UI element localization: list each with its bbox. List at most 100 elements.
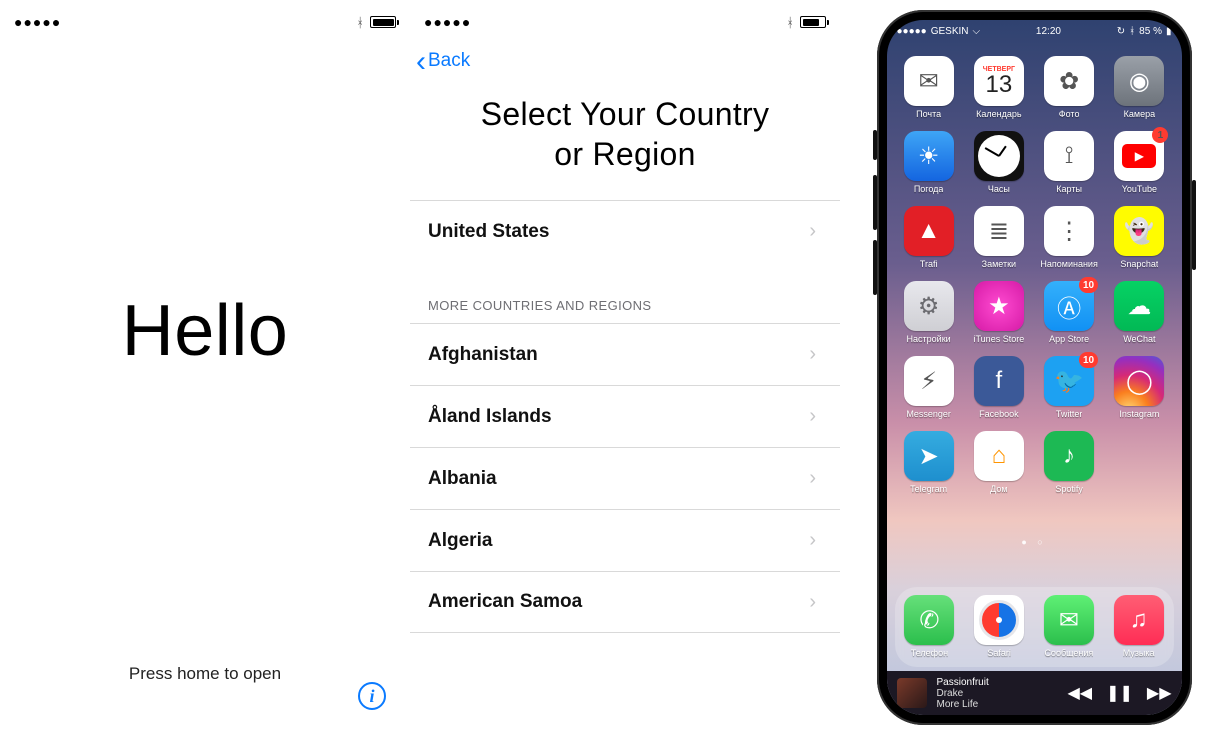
app-label: Телефон — [911, 648, 948, 658]
phone-frame: ●●●●● GESKIN ⌵ 12:20 ↻ ᚼ 85 % ▮ ✉︎ПочтаЧ… — [877, 10, 1192, 725]
app-telegram[interactable]: ➤Telegram — [898, 431, 960, 494]
phone-icon: ✆ — [904, 595, 954, 645]
app-label: Дом — [990, 484, 1007, 494]
track-artist: Drake — [937, 688, 989, 699]
select-region-screen: ●●●●● ᚼ ‹ Back Select Your Countryor Reg… — [410, 0, 840, 738]
app-label: Часы — [988, 184, 1010, 194]
clock-icon — [974, 131, 1024, 181]
trafi-icon: ▲ — [904, 206, 954, 256]
country-row[interactable]: Algeria › — [410, 509, 840, 571]
app-messenger[interactable]: ⚡︎Messenger — [898, 356, 960, 419]
status-bar: ●●●●● GESKIN ⌵ 12:20 ↻ ᚼ 85 % ▮ — [887, 20, 1182, 42]
chevron-right-icon: › — [809, 591, 816, 614]
info-icon[interactable]: i — [358, 682, 386, 710]
signal-dots-icon: ●●●●● — [897, 26, 927, 37]
carrier-label: GESKIN — [931, 26, 969, 37]
app-facebook[interactable]: f Facebook — [968, 356, 1030, 419]
app-safari[interactable]: Safari — [968, 595, 1030, 658]
now-playing-meta: Passionfruit Drake More Life — [937, 677, 989, 710]
app-phone[interactable]: ✆ Телефон — [898, 595, 960, 658]
app-reminders[interactable]: ⋮ Напоминания — [1038, 206, 1100, 269]
spotify-icon: ♪ — [1044, 431, 1094, 481]
app-label: Сообщения — [1044, 648, 1093, 658]
weather-icon: ☀︎ — [904, 131, 954, 181]
page-title: Select Your Countryor Region — [410, 82, 840, 200]
country-row[interactable]: Afghanistan› — [410, 323, 840, 385]
app-weather[interactable]: ☀︎Погода — [898, 131, 960, 194]
app-grid: ✉︎ПочтаЧЕТВЕРГ13Календарь✿Фото◉Камера☀︎П… — [897, 56, 1172, 494]
app-label: Заметки — [982, 259, 1016, 269]
app-notes[interactable]: ≣ Заметки — [968, 206, 1030, 269]
messenger-icon: ⚡︎ — [904, 356, 954, 406]
next-track-icon[interactable]: ▶▶ — [1147, 683, 1172, 703]
signal-dots-icon: ●●●●● — [424, 14, 471, 30]
battery-icon: ▮ — [1166, 26, 1172, 37]
app-label: Spotify — [1055, 484, 1083, 494]
app-home[interactable]: ⌂Дом — [968, 431, 1030, 494]
status-bar: ●●●●● ᚼ — [410, 0, 840, 44]
app-label: Telegram — [910, 484, 947, 494]
app-music[interactable]: ♫ Музыка — [1108, 595, 1170, 658]
dock: ✆ Телефон Safari ✉︎ Сообщения ♫ Музыка — [895, 587, 1174, 667]
track-title: Passionfruit — [937, 677, 989, 688]
app-appstore[interactable]: Ⓐ10App Store — [1038, 281, 1100, 344]
app-label: Twitter — [1056, 409, 1083, 419]
side-button — [873, 130, 877, 160]
app-label: Safari — [987, 648, 1011, 658]
pause-icon[interactable]: ❚❚ — [1106, 683, 1133, 703]
app-spotify[interactable]: ♪ Spotify — [1038, 431, 1100, 494]
app-label: Facebook — [979, 409, 1019, 419]
reminders-icon: ⋮ — [1044, 206, 1094, 256]
wifi-icon: ⌵ — [973, 26, 981, 37]
app-itunes[interactable]: ★iTunes Store — [968, 281, 1030, 344]
chevron-right-icon: › — [809, 467, 816, 490]
facebook-icon: f — [974, 356, 1024, 406]
prev-track-icon[interactable]: ◀◀ — [1067, 683, 1092, 703]
notes-icon: ≣ — [974, 206, 1024, 256]
app-maps[interactable]: ⟟Карты — [1038, 131, 1100, 194]
app-instagram[interactable]: ◯Instagram — [1108, 356, 1170, 419]
app-trafi[interactable]: ▲Trafi — [898, 206, 960, 269]
battery-pct: 85 % — [1139, 26, 1162, 37]
app-calendar[interactable]: ЧЕТВЕРГ13Календарь — [968, 56, 1030, 119]
app-label: Напоминания — [1040, 259, 1097, 269]
now-playing-bar[interactable]: Passionfruit Drake More Life ◀◀ ❚❚ ▶▶ — [887, 671, 1182, 715]
app-settings[interactable]: ⚙︎Настройки — [898, 281, 960, 344]
app-mail[interactable]: ✉︎Почта — [898, 56, 960, 119]
app-label: Музыка — [1123, 648, 1155, 658]
country-row[interactable]: Albania› — [410, 447, 840, 509]
back-button[interactable]: ‹ Back — [410, 44, 840, 82]
app-label: WeChat — [1123, 334, 1155, 344]
app-messages[interactable]: ✉︎ Сообщения — [1038, 595, 1100, 658]
bluetooth-icon: ᚼ — [786, 15, 794, 30]
app-snapchat[interactable]: 👻Snapchat — [1108, 206, 1170, 269]
country-row[interactable]: American Samoa › — [410, 571, 840, 633]
battery-icon — [800, 16, 826, 28]
app-clock[interactable]: Часы — [968, 131, 1030, 194]
country-label: Algeria — [428, 530, 492, 552]
app-twitter[interactable]: 🐦10Twitter — [1038, 356, 1100, 419]
music-icon: ♫ — [1114, 595, 1164, 645]
page-indicator[interactable]: ● ○ — [887, 537, 1182, 547]
app-wechat[interactable]: ☁︎WeChat — [1108, 281, 1170, 344]
country-label: United States — [428, 221, 549, 243]
country-row-primary[interactable]: United States › — [410, 200, 840, 262]
setup-hello-screen: ●●●●● ᚼ Hello Press home to open i — [0, 0, 410, 738]
chevron-right-icon: › — [809, 529, 816, 552]
settings-icon: ⚙︎ — [904, 281, 954, 331]
album-art — [897, 678, 927, 708]
app-label: Почта — [916, 109, 941, 119]
battery-icon — [370, 16, 396, 28]
status-bar: ●●●●● ᚼ — [0, 0, 410, 44]
app-youtube[interactable]: ▶1YouTube — [1108, 131, 1170, 194]
camera-icon: ◉ — [1114, 56, 1164, 106]
app-photos[interactable]: ✿Фото — [1038, 56, 1100, 119]
app-camera[interactable]: ◉Камера — [1108, 56, 1170, 119]
country-label: American Samoa — [428, 591, 582, 613]
calendar-icon: ЧЕТВЕРГ13 — [974, 56, 1024, 106]
messages-icon: ✉︎ — [1044, 595, 1094, 645]
orientation-lock-icon: ↻ — [1117, 26, 1125, 37]
chevron-left-icon: ‹ — [416, 54, 426, 69]
country-row[interactable]: Åland Islands› — [410, 385, 840, 447]
back-label: Back — [428, 50, 470, 72]
